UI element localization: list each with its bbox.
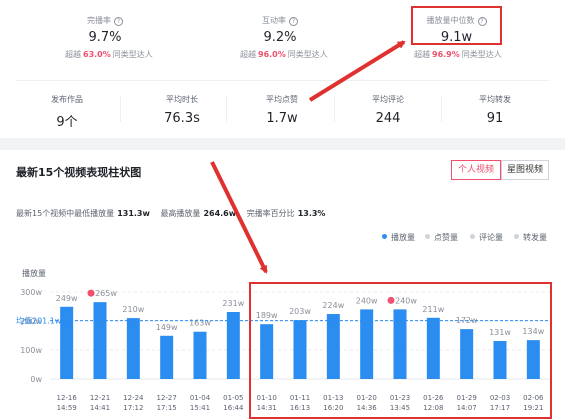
x-tick-label: 12-16 <box>56 394 77 402</box>
divider <box>120 96 121 122</box>
value-label: 210w <box>122 305 144 314</box>
chart-card: 最新15个视频表现柱状图 个人视频 星图视频 最新15个视频中最低播放量 131.… <box>0 150 565 420</box>
bar <box>226 312 240 379</box>
stat-value: 9.2% <box>263 30 297 45</box>
value-label: 249w <box>56 294 78 303</box>
x-tick-label: 12-24 <box>123 394 144 402</box>
x-tick-label: 17:12 <box>123 404 143 412</box>
stat-sub-prefix: 超越 <box>65 50 81 59</box>
metric-avg-likes: 平均点赞 1.7w <box>242 94 322 126</box>
stat-completion-rate: 完播率? 9.7% 超越 63.0% 同类型达人 <box>65 15 153 60</box>
metric-avg-duration: 平均时长 76.3s <box>142 94 222 126</box>
x-tick-label: 15:41 <box>190 404 210 412</box>
x-tick-label: 16:44 <box>223 404 244 412</box>
value-label: 149w <box>156 323 178 332</box>
metric-value: 9个 <box>56 115 78 130</box>
value-label: 231w <box>222 299 244 308</box>
value-label: 265w <box>95 289 117 298</box>
metric-value: 91 <box>486 111 504 126</box>
stat-sub-prefix: 超越 <box>240 50 256 59</box>
stat-sub-suffix: 同类型达人 <box>461 50 502 59</box>
stat-sub-suffix: 同类型达人 <box>112 50 153 59</box>
x-tick-label: 12-21 <box>90 394 110 402</box>
metric-value: 1.7w <box>266 111 298 126</box>
help-icon[interactable]: ? <box>289 17 298 26</box>
divider <box>226 96 227 122</box>
stat-sub-suffix: 同类型达人 <box>287 50 328 59</box>
stat-sub-prefix: 超越 <box>414 50 430 59</box>
bar <box>126 318 140 379</box>
hot-badge-icon <box>87 289 95 297</box>
y-tick-label: 100w <box>20 346 42 355</box>
x-tick-label: 01-04 <box>190 394 211 402</box>
bar <box>193 331 207 379</box>
metric-label: 平均转发 <box>479 95 511 104</box>
metric-avg-comments: 平均评论 244 <box>348 94 428 126</box>
x-tick-label: 01-05 <box>223 394 243 402</box>
help-icon[interactable]: ? <box>114 17 123 26</box>
x-tick-label: 12-27 <box>156 394 176 402</box>
stat-pct: 96.9% <box>432 50 460 59</box>
value-label: 163w <box>189 319 211 328</box>
stat-interaction-rate: 互动率? 9.2% 超越 96.0% 同类型达人 <box>240 15 328 60</box>
metric-label: 平均点赞 <box>266 95 298 104</box>
bar <box>93 302 107 379</box>
divider <box>334 96 335 122</box>
divider <box>16 80 549 81</box>
x-tick-label: 14:59 <box>57 404 77 412</box>
stat-label: 完播率 <box>87 16 111 25</box>
metric-label: 发布作品 <box>51 95 83 104</box>
average-label: 均值201.1w <box>16 316 62 326</box>
bar <box>60 306 74 379</box>
metric-label: 平均评论 <box>372 95 404 104</box>
x-tick-label: 14:41 <box>90 404 110 412</box>
stat-value: 9.7% <box>88 30 122 45</box>
stats-card: 完播率? 9.7% 超越 63.0% 同类型达人 互动率? 9.2% 超越 96.0%… <box>0 0 565 138</box>
y-tick-label: 300w <box>20 288 42 297</box>
y-tick-label: 0w <box>30 375 42 384</box>
annotation-box-median <box>411 6 502 45</box>
stat-label: 互动率 <box>262 16 286 25</box>
metric-label: 平均时长 <box>166 95 198 104</box>
metric-value: 76.3s <box>164 111 200 126</box>
divider <box>441 96 442 122</box>
metric-value: 244 <box>375 111 401 126</box>
stat-pct: 96.0% <box>258 50 286 59</box>
metric-works: 发布作品 9个 <box>27 94 107 130</box>
stat-pct: 63.0% <box>83 50 111 59</box>
x-tick-label: 17:15 <box>157 404 177 412</box>
metric-avg-shares: 平均转发 91 <box>455 94 535 126</box>
bar <box>160 335 174 379</box>
annotation-box-recent-videos <box>249 282 552 419</box>
